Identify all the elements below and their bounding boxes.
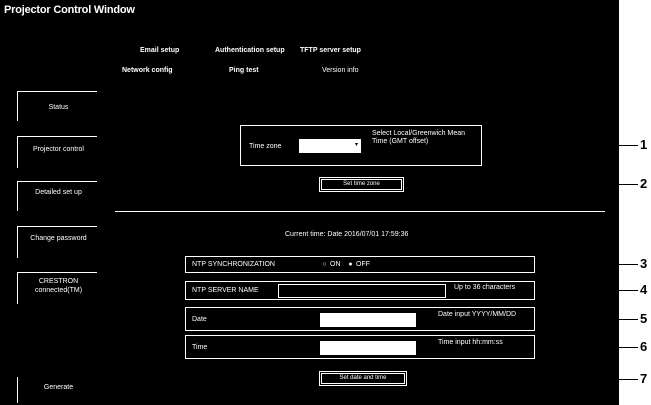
callout-6: 6	[640, 339, 648, 354]
menu-version-info[interactable]: Version info	[322, 67, 359, 74]
time-input[interactable]	[320, 341, 416, 355]
date-note: Date input YYYY/MM/DD	[438, 311, 517, 318]
menu-authentication-setup[interactable]: Authentication setup	[215, 47, 285, 54]
sidebar-item-label: CRESTRON connected(TM)	[34, 278, 83, 294]
window-title: Projector Control Window	[4, 4, 135, 16]
timezone-select[interactable]: ▾	[299, 139, 361, 153]
sidebar-item-status[interactable]: Status	[17, 91, 97, 121]
callout-7: 7	[640, 371, 648, 386]
ntp-server-note: Up to 36 characters	[454, 284, 516, 291]
callout-5: 5	[640, 311, 648, 326]
menu-network-config[interactable]: Network config	[122, 67, 173, 74]
sidebar-item-label: Projector control	[33, 146, 84, 153]
callout-line-3	[535, 264, 638, 265]
sidebar-item-generate[interactable]: Generate	[17, 377, 97, 403]
callout-line-1	[482, 145, 638, 146]
menu-tftp-setup[interactable]: TFTP server setup	[300, 47, 361, 54]
timezone-note: Select Local/Greenwich Mean Time (GMT of…	[372, 130, 465, 145]
sidebar-item-label: Change password	[30, 235, 87, 242]
set-date-time-button[interactable]: Set date and time	[319, 371, 407, 386]
divider	[115, 211, 605, 212]
date-box: Date Date input YYYY/MM/DD	[185, 307, 535, 331]
callout-3: 3	[640, 256, 648, 271]
sidebar-item-label: Detailed set up	[35, 189, 82, 196]
timezone-label: Time zone	[249, 143, 282, 150]
ntp-off-label: OFF	[356, 261, 370, 268]
set-timezone-button[interactable]: Set time zone	[319, 177, 404, 192]
callout-4: 4	[640, 282, 648, 297]
callout-1: 1	[640, 137, 648, 152]
menu-email-setup[interactable]: Email setup	[140, 47, 179, 54]
callout-line-7	[407, 379, 638, 380]
callout-line-4	[535, 290, 638, 291]
callout-line-2	[405, 184, 638, 185]
callout-line-6	[535, 347, 638, 348]
ntp-on-radio[interactable]: ○	[320, 261, 329, 269]
ntp-server-label: NTP SERVER NAME	[192, 287, 259, 294]
sidebar-item-change-password[interactable]: Change password	[17, 226, 97, 258]
time-box: Time Time input hh:mm:ss	[185, 335, 535, 359]
sidebar-item-detailed-setup[interactable]: Detailed set up	[17, 181, 97, 211]
ntp-server-input[interactable]	[278, 284, 446, 298]
sidebar-item-crestron[interactable]: CRESTRON connected(TM)	[17, 272, 97, 304]
menu-ping-test[interactable]: Ping test	[229, 67, 259, 74]
projector-control-window: Projector Control Window Email setup Aut…	[0, 0, 619, 405]
date-input[interactable]	[320, 313, 416, 327]
ntp-sync-box: NTP SYNCHRONIZATION ○ ON ● OFF	[185, 256, 535, 273]
sidebar-item-label: Status	[48, 104, 69, 111]
ntp-sync-label: NTP SYNCHRONIZATION	[192, 261, 275, 268]
ntp-on-label: ON	[330, 261, 341, 268]
callout-line-5	[535, 319, 638, 320]
time-label: Time	[192, 344, 208, 351]
ntp-off-radio[interactable]: ●	[346, 261, 355, 269]
timezone-box: Time zone ▾ Select Local/Greenwich Mean …	[240, 125, 482, 166]
ntp-server-box: NTP SERVER NAME Up to 36 characters	[185, 281, 535, 300]
sidebar-item-label: Generate	[43, 384, 74, 391]
sidebar-item-projector-control[interactable]: Projector control	[17, 136, 97, 168]
current-time: Current time: Date 2016/07/01 17:59:36	[285, 231, 409, 238]
chevron-down-icon: ▾	[354, 142, 358, 148]
date-label: Date	[192, 316, 207, 323]
time-note: Time input hh:mm:ss	[438, 339, 503, 346]
callout-2: 2	[640, 176, 648, 191]
